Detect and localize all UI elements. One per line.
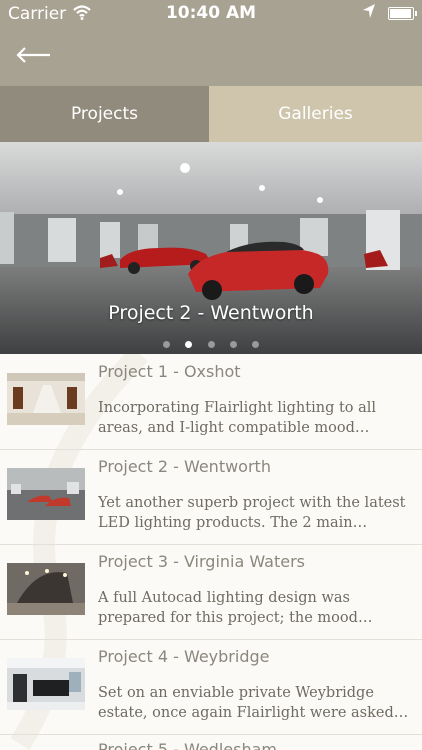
page-dot[interactable] [163, 341, 171, 348]
project-description: Yet another superb project with the late… [98, 495, 406, 531]
project-description: A full Autocad lighting design was prepa… [98, 590, 358, 626]
page-indicator[interactable] [0, 333, 422, 352]
project-title[interactable]: Project 5 - Wedlesham [98, 740, 277, 750]
project-row-2[interactable]: Project 2 - Wentworth Yet another superb… [0, 449, 422, 545]
page-dot-active[interactable] [185, 341, 193, 348]
project-row-4[interactable]: Project 4 - Weybridge Set on an enviable… [0, 639, 422, 735]
project-thumbnail [7, 658, 85, 710]
battery-icon [388, 7, 417, 20]
page-dot[interactable] [251, 341, 259, 348]
project-title: Project 2 - Wentworth [98, 457, 271, 476]
page-dot[interactable] [229, 341, 237, 348]
location-arrow-icon [362, 3, 376, 23]
project-thumbnail [7, 373, 85, 425]
status-bar: Carrier 10:40 AM [0, 0, 422, 28]
project-thumbnail [7, 468, 85, 520]
tab-projects[interactable]: Projects [0, 86, 209, 142]
tab-galleries[interactable]: Galleries [209, 86, 422, 142]
nav-bar [0, 28, 422, 86]
project-row-3[interactable]: Project 3 - Virginia Waters A full Autoc… [0, 544, 422, 640]
project-description: Incorporating Flairlight lighting to all… [98, 400, 377, 436]
back-arrow-icon [16, 47, 50, 63]
hero-carousel[interactable]: Project 2 - Wentworth [0, 142, 422, 354]
segmented-tabs: Projects Galleries [0, 86, 422, 142]
hero-caption: Project 2 - Wentworth [108, 302, 314, 324]
page-dot[interactable] [207, 341, 215, 348]
status-time: 10:40 AM [165, 3, 257, 23]
project-title: Project 3 - Virginia Waters [98, 552, 305, 571]
back-button[interactable] [14, 40, 54, 70]
project-row-1[interactable]: Project 1 - Oxshot Incorporating Flairli… [0, 354, 422, 450]
project-description: Set on an enviable private Weybridge est… [98, 685, 409, 721]
project-title: Project 4 - Weybridge [98, 647, 270, 666]
project-title: Project 1 - Oxshot [98, 362, 241, 381]
project-thumbnail [7, 563, 85, 615]
project-list[interactable]: Project 1 - Oxshot Incorporating Flairli… [0, 354, 422, 750]
